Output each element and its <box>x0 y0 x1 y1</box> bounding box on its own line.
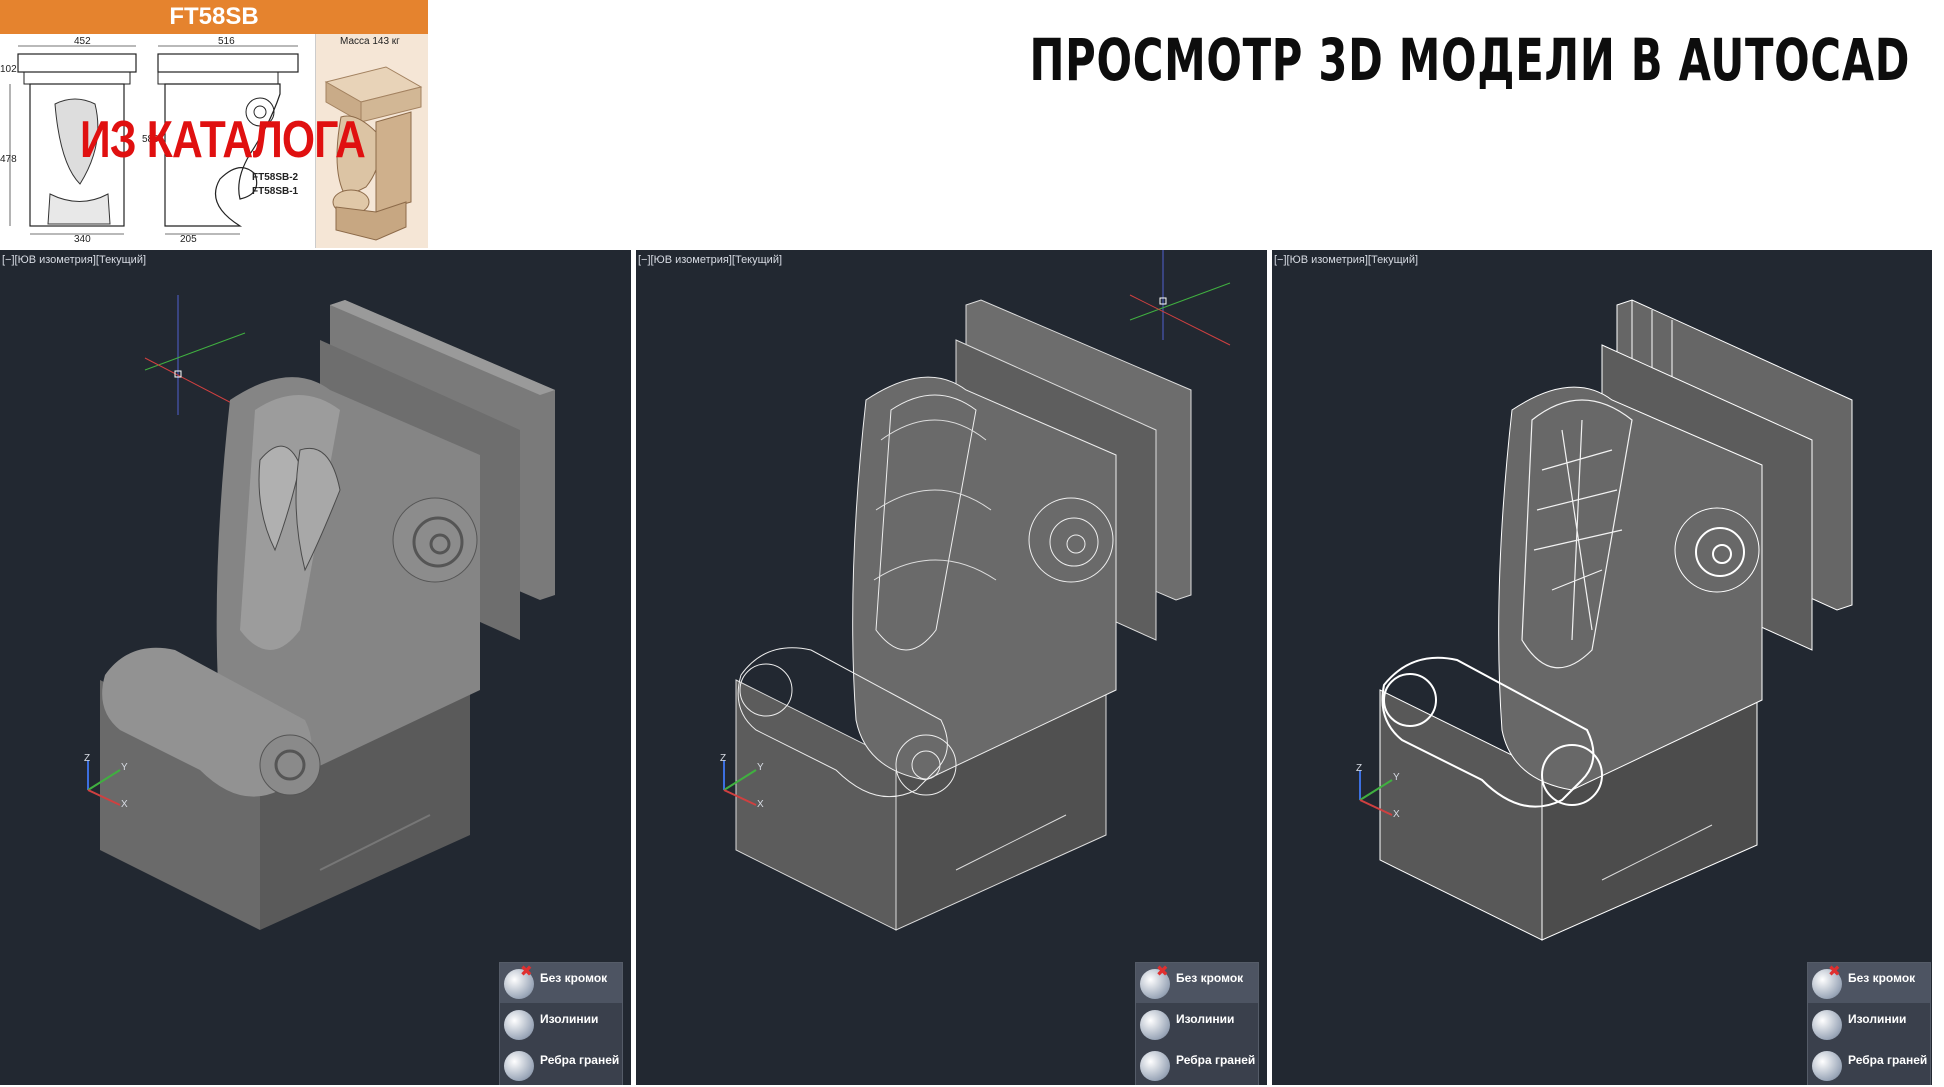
vs-facet-edges[interactable]: Ребра граней <box>1136 1045 1258 1085</box>
vs-no-edges[interactable]: ✖ Без кромок <box>1808 962 1930 1003</box>
facet-edges-icon <box>1812 1051 1842 1081</box>
dim-base-front: 340 <box>74 234 91 245</box>
catalog-code: FT58SB <box>0 0 428 34</box>
dim-base-side: 205 <box>180 234 197 245</box>
axis-label-y: Y <box>757 762 764 773</box>
viewport-isolines[interactable]: [−][ЮВ изометрия][Текущий] Z Y X ✖ Без к… <box>636 250 1267 1085</box>
visual-style-gallery: ✖ Без кромок Изолинии Ребра граней <box>1135 962 1259 1085</box>
variant-label: FT58SB-2 <box>252 172 299 183</box>
axis-label-z: Z <box>720 753 727 764</box>
axis-label-y: Y <box>1393 772 1400 783</box>
visual-style-gallery: ✖ Без кромок Изолинии Ребра граней <box>499 962 623 1085</box>
catalog-stamp: ИЗ КАТАЛОГА <box>80 111 366 169</box>
isolines-icon <box>1140 1010 1170 1040</box>
vs-facet-edges[interactable]: Ребра граней <box>1808 1045 1930 1085</box>
isolines-icon <box>1812 1010 1842 1040</box>
axis-label-z: Z <box>84 753 91 764</box>
variant-label: FT58SB-1 <box>252 186 299 197</box>
isolines-icon <box>504 1010 534 1040</box>
close-icon: ✖ <box>1156 962 1169 980</box>
vs-no-edges[interactable]: ✖ Без кромок <box>500 962 622 1003</box>
catalog-sheet: FT58SB 452 516 102 478 580 340 205 FT58S… <box>0 0 428 248</box>
axis-label-x: X <box>757 799 764 810</box>
close-icon: ✖ <box>1828 962 1841 980</box>
dim-width-front: 452 <box>74 36 91 47</box>
vs-isolines[interactable]: Изолинии <box>1808 1004 1930 1044</box>
vs-isolines[interactable]: Изолинии <box>500 1004 622 1044</box>
vs-facet-edges[interactable]: Ребра граней <box>500 1045 622 1085</box>
catalog-weight: Масса 143 кг <box>340 36 400 47</box>
facet-edges-icon <box>1140 1051 1170 1081</box>
axis-label-x: X <box>121 799 128 810</box>
viewport-shaded[interactable]: [−][ЮВ изометрия][Текущий] Z Y X ✖ Без к… <box>0 250 631 1085</box>
page-title: ПРОСМОТР 3D МОДЕЛИ В AUTOCAD <box>1029 26 1910 94</box>
axis-label-x: X <box>1393 809 1400 820</box>
model-edges <box>1359 299 1853 941</box>
viewport-edges[interactable]: [−][ЮВ изометрия][Текущий] Z Y X ✖ Без к… <box>1272 250 1932 1085</box>
close-icon: ✖ <box>520 962 533 980</box>
dim-top-height: 102 <box>0 64 17 75</box>
axis-label-y: Y <box>121 762 128 773</box>
vs-isolines[interactable]: Изолинии <box>1136 1004 1258 1044</box>
vs-no-edges[interactable]: ✖ Без кромок <box>1136 962 1258 1003</box>
axis-label-z: Z <box>1356 763 1363 774</box>
visual-style-gallery: ✖ Без кромок Изолинии Ребра граней <box>1807 962 1931 1085</box>
dim-body-height: 478 <box>0 154 17 165</box>
facet-edges-icon <box>504 1051 534 1081</box>
dim-width-side: 516 <box>218 36 235 47</box>
model-shaded <box>87 295 555 930</box>
model-isolines <box>723 250 1231 931</box>
